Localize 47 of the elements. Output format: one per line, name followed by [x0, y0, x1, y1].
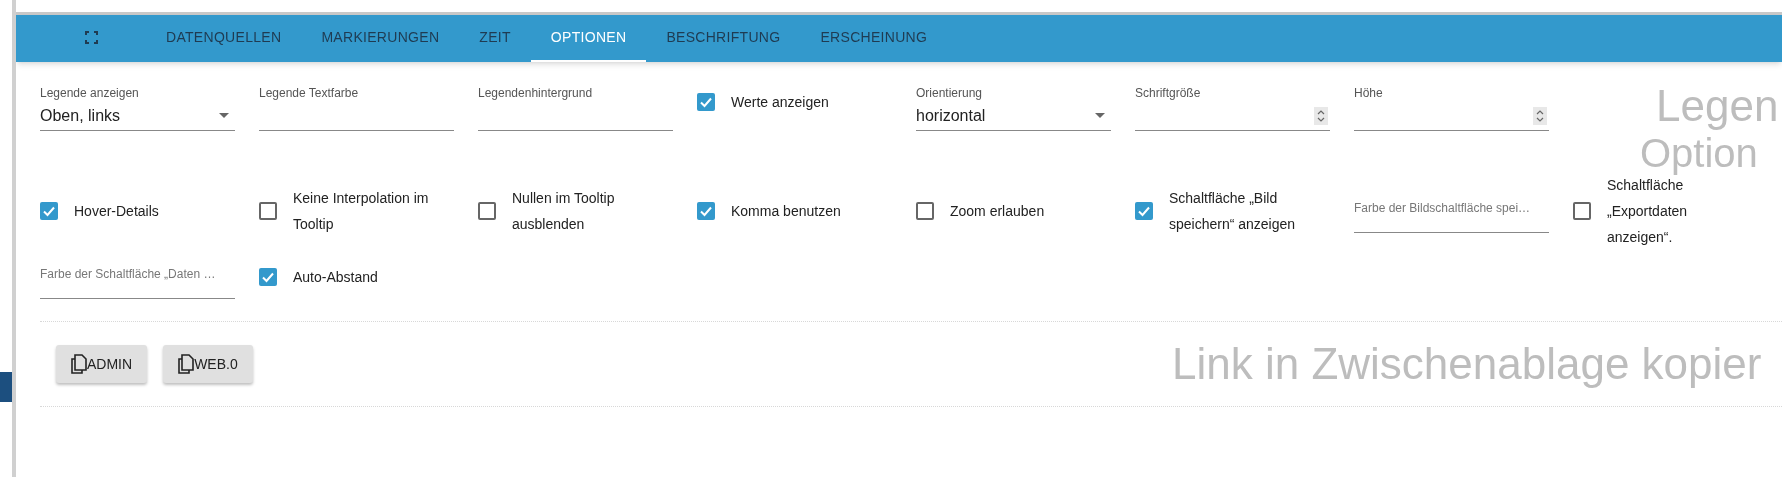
field-label: Schriftgröße: [1135, 86, 1201, 101]
field-label: Legende anzeigen: [40, 86, 139, 101]
select-field[interactable]: horizontal: [916, 101, 1111, 131]
tab[interactable]: BESCHRIFTUNG: [646, 15, 801, 62]
spinner-icon[interactable]: [1533, 106, 1547, 125]
checkbox-label: Schaltfläche „Bild speichern“ anzeigen: [1169, 189, 1297, 234]
checkbox-label: Nullen im Tooltip ausblenden: [512, 189, 616, 234]
copy-button[interactable]: ADMIN: [56, 345, 148, 383]
select-field[interactable]: Oben, links: [40, 101, 235, 131]
checkbox[interactable]: [697, 93, 715, 111]
checkbox[interactable]: [259, 268, 277, 286]
checkbox[interactable]: [478, 202, 496, 220]
checkbox-label: Schaltfläche „Exportdaten anzeigen“.: [1607, 176, 1689, 247]
checkbox[interactable]: [1135, 202, 1153, 220]
dropdown-caret-icon: [1095, 113, 1105, 118]
copy-icon: [178, 354, 195, 374]
checkbox-label: Zoom erlauben: [950, 202, 1046, 221]
tab[interactable]: MARKIERUNGEN: [301, 15, 460, 62]
color-field[interactable]: Farbe der Schaltfläche „Daten …: [40, 255, 235, 299]
field-label: Legende Textfarbe: [259, 86, 359, 101]
section-title: Link in Zwischenablage kopier: [1172, 340, 1762, 388]
checkbox-label: Werte anzeigen: [731, 93, 830, 112]
tab[interactable]: DATENQUELLEN: [146, 15, 302, 62]
checkbox[interactable]: [916, 202, 934, 220]
dropdown-caret-icon: [219, 113, 229, 118]
field-label: Orientierung: [916, 86, 983, 101]
color-field[interactable]: Farbe der Bildschaltfläche spei…: [1354, 189, 1549, 233]
checkbox[interactable]: [40, 202, 58, 220]
checkbox-label: Komma benutzen: [731, 202, 842, 221]
sidebar-marker: [0, 372, 12, 402]
checkbox[interactable]: [1573, 202, 1591, 220]
spinner-icon[interactable]: [1314, 106, 1328, 125]
checkbox[interactable]: [259, 202, 277, 220]
checkbox[interactable]: [697, 202, 715, 220]
section-title: Option: [1640, 133, 1758, 173]
tab[interactable]: ERSCHEINUNG: [800, 15, 948, 62]
checkbox-label: Hover-Details: [74, 202, 160, 221]
section-title: Legen: [1656, 82, 1779, 130]
fullscreen-icon: [84, 31, 98, 44]
checkbox-label: Auto-Abstand: [293, 268, 379, 287]
checkbox-label: Keine Interpolation im Tooltip: [293, 189, 430, 234]
field-label: Höhe: [1354, 86, 1383, 101]
field-label: Legendenhintergrund: [478, 86, 593, 101]
tab[interactable]: OPTIONEN: [530, 15, 647, 62]
copy-button[interactable]: WEB.0: [163, 345, 253, 383]
tab[interactable]: ZEIT: [459, 15, 531, 62]
copy-icon: [71, 354, 87, 374]
